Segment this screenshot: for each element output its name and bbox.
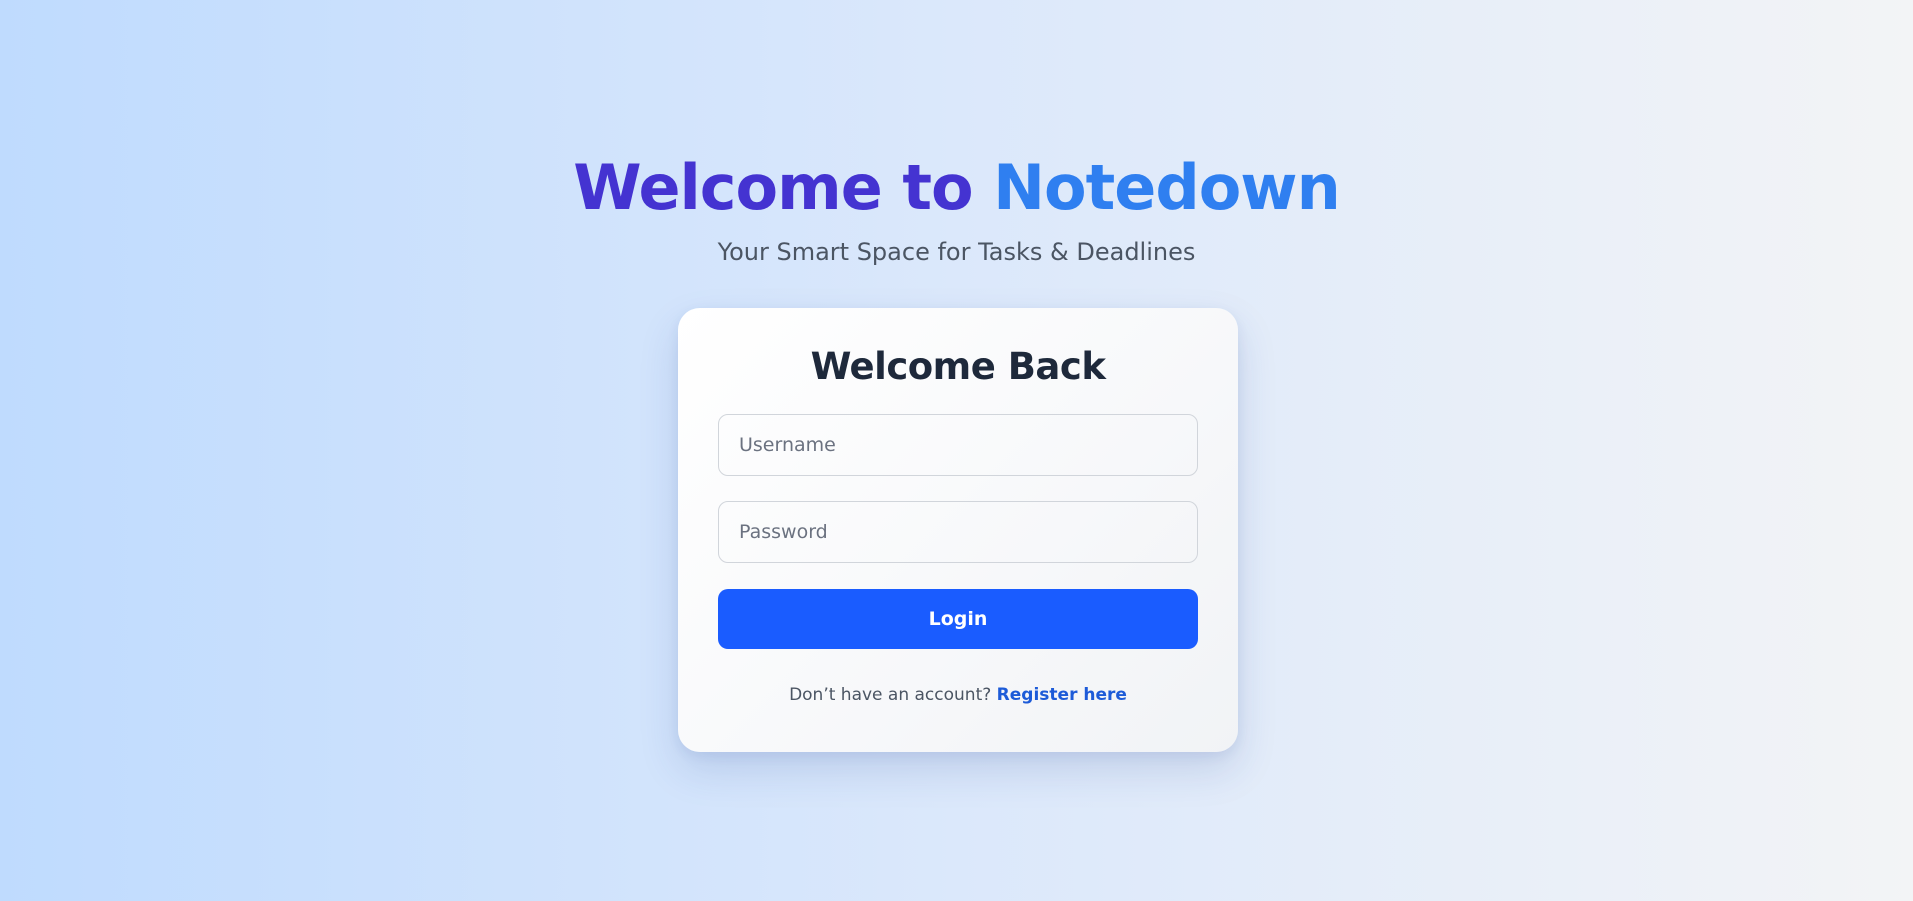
page-title-brand: Notedown <box>993 151 1341 224</box>
no-account-text: Don’t have an account? <box>789 685 992 705</box>
register-link[interactable]: Register here <box>997 685 1127 705</box>
login-card-title: Welcome Back <box>810 345 1106 388</box>
login-button[interactable]: Login <box>718 589 1198 649</box>
page-subtitle: Your Smart Space for Tasks & Deadlines <box>717 238 1196 266</box>
login-card: Welcome Back Login Don’t have an account… <box>678 308 1238 752</box>
username-input[interactable] <box>718 414 1198 476</box>
page-title: Welcome to Notedown <box>0 150 1913 226</box>
page-title-welcome: Welcome to <box>573 151 973 224</box>
hero: Welcome to Notedown Your Smart Space for… <box>0 150 1913 268</box>
register-prompt: Don’t have an account? Register here <box>718 685 1198 705</box>
password-input[interactable] <box>718 501 1198 563</box>
